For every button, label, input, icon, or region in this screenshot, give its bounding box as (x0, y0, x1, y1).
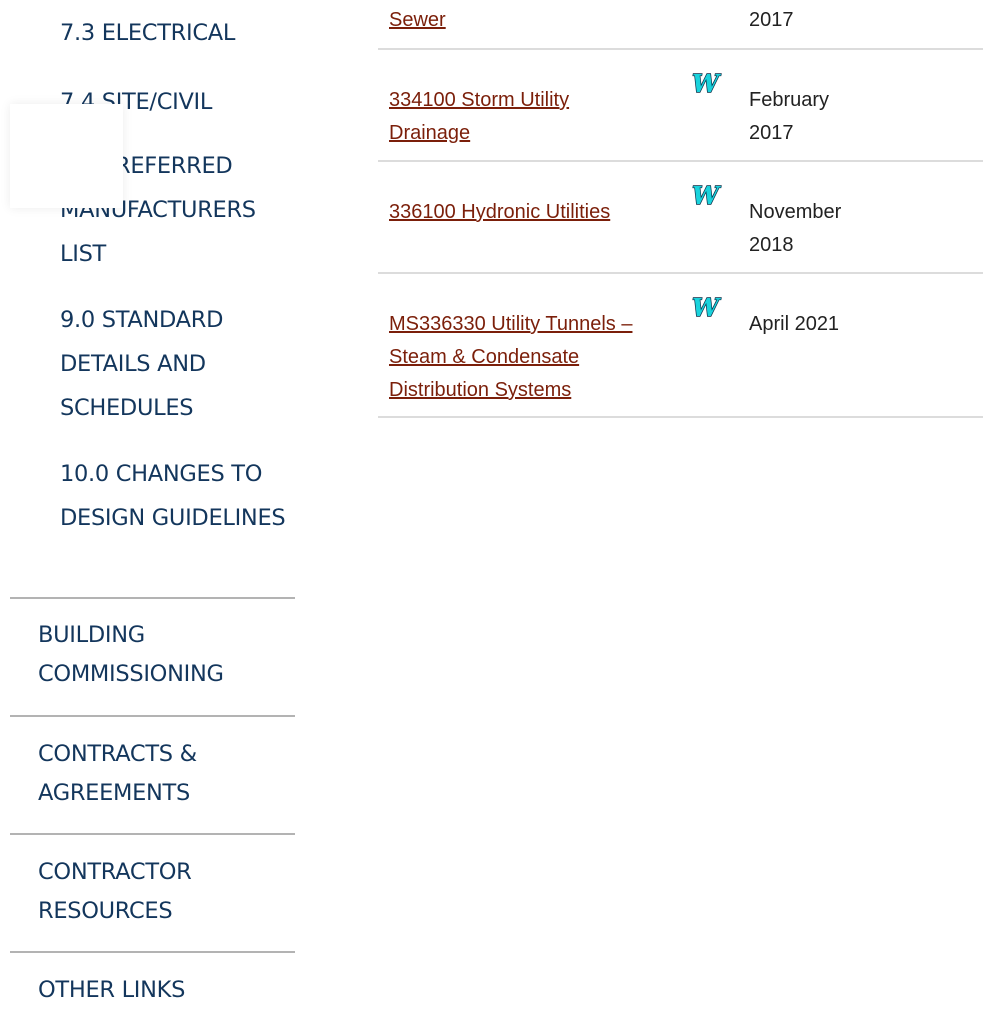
word-document-icon[interactable]: W (691, 294, 723, 320)
sidebar-divider (10, 715, 295, 717)
svg-text:W: W (692, 70, 721, 96)
svg-text:W: W (692, 294, 721, 320)
sidebar-item-contractor-resources[interactable]: CONTRACTOR RESOURCES (38, 853, 288, 931)
sidebar-item-label: OTHER LINKS (38, 977, 186, 1003)
sidebar-item-building-commissioning[interactable]: BUILDING COMMISSIONING (38, 616, 288, 694)
document-link[interactable]: 334100 Storm Utility Drainage (389, 84, 651, 150)
sidebar-item-9-0-standard-details[interactable]: 9.0 STANDARD DETAILS AND SCHEDULES (60, 298, 290, 430)
table-row: 336100 Hydronic Utilities W November 201… (378, 162, 983, 274)
sidebar-item-label: 10.0 CHANGES TO DESIGN GUIDELINES (60, 461, 286, 531)
document-date: November 2018 (749, 201, 842, 256)
document-date: 2017 (749, 9, 794, 31)
document-date: February 2017 (749, 89, 830, 144)
sidebar-divider (10, 833, 295, 835)
floating-overlay-card (10, 104, 123, 208)
sidebar-item-other-links[interactable]: OTHER LINKS (38, 971, 288, 1010)
sidebar-item-contracts-agreements[interactable]: CONTRACTS & AGREEMENTS (38, 735, 288, 813)
svg-text:W: W (692, 182, 721, 208)
sidebar-item-label: BUILDING COMMISSIONING (38, 622, 224, 687)
sidebar-item-label: CONTRACTOR RESOURCES (38, 859, 192, 924)
sidebar-divider (10, 597, 295, 599)
table-row: MS336330 Utility Tunnels – Steam & Conde… (378, 274, 983, 418)
document-date: April 2021 (749, 313, 840, 335)
sidebar-item-10-0-changes-to-design[interactable]: 10.0 CHANGES TO DESIGN GUIDELINES (60, 452, 290, 540)
document-link[interactable]: 336100 Hydronic Utilities (389, 196, 651, 229)
word-document-icon[interactable]: W (691, 70, 723, 96)
sidebar-item-label: 9.0 STANDARD DETAILS AND SCHEDULES (60, 307, 224, 421)
sidebar-item-label: 7.3 ELECTRICAL (60, 20, 236, 46)
sidebar-item-label: CONTRACTS & AGREEMENTS (38, 741, 197, 806)
document-link[interactable]: MS336330 Utility Tunnels – Steam & Conde… (389, 308, 651, 407)
table-row: 334100 Storm Utility Drainage W February… (378, 50, 983, 162)
row-divider (378, 416, 983, 418)
word-document-icon[interactable]: W (691, 182, 723, 208)
sidebar-divider (10, 951, 295, 953)
table-row: Sewer 2017 (378, 0, 983, 50)
sidebar-item-7-3-electrical[interactable]: 7.3 ELECTRICAL (60, 11, 290, 55)
document-link[interactable]: Sewer (389, 4, 651, 37)
